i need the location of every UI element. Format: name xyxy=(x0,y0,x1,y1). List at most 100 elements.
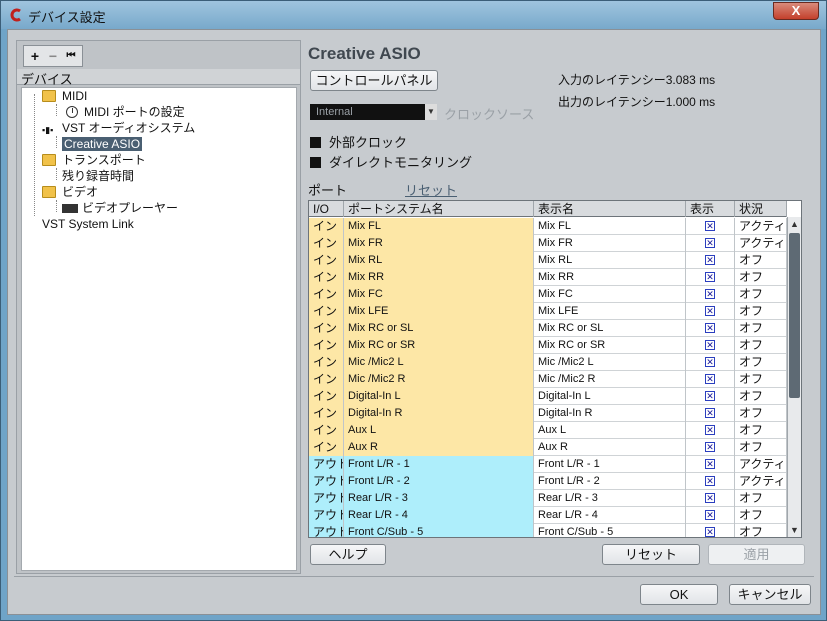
tree-item-video-player[interactable]: ビデオプレーヤー xyxy=(62,200,178,216)
control-panel-button[interactable]: コントロールパネル xyxy=(310,70,438,91)
tree-toolbar: + − ⏮ xyxy=(23,45,83,67)
remove-icon[interactable]: − xyxy=(45,48,61,64)
table-row[interactable]: イン Digital-In R Digital-In R ✕ オフ xyxy=(309,405,787,422)
show-checkbox[interactable]: ✕ xyxy=(705,221,715,231)
column-header-port-system-name[interactable]: ポートシステム名 xyxy=(344,201,534,217)
cell-port-system-name: Mix FR xyxy=(344,235,534,252)
show-checkbox[interactable]: ✕ xyxy=(705,510,715,520)
show-checkbox[interactable]: ✕ xyxy=(705,459,715,469)
table-row[interactable]: イン Aux R Aux R ✕ オフ xyxy=(309,439,787,456)
table-row[interactable]: イン Mic /Mic2 L Mic /Mic2 L ✕ オフ xyxy=(309,354,787,371)
cell-display-name[interactable]: Mic /Mic2 R xyxy=(534,371,686,388)
tree-item-vst-system-link[interactable]: VST System Link xyxy=(42,216,134,232)
cell-display-name[interactable]: Mix RC or SL xyxy=(534,320,686,337)
show-checkbox[interactable]: ✕ xyxy=(705,442,715,452)
clock-source-select[interactable]: Internal ▼ xyxy=(310,104,437,120)
cell-display-name[interactable]: Rear L/R - 4 xyxy=(534,507,686,524)
column-header-io[interactable]: I/O xyxy=(309,201,344,217)
show-checkbox[interactable]: ✕ xyxy=(705,255,715,265)
cell-state: アクティブ xyxy=(735,473,787,490)
show-checkbox[interactable]: ✕ xyxy=(705,527,715,537)
cell-display-name[interactable]: Digital-In L xyxy=(534,388,686,405)
direct-monitoring-option[interactable]: ダイレクトモニタリング xyxy=(310,152,472,171)
table-scrollbar[interactable]: ▲ ▼ xyxy=(787,217,801,537)
cell-display-name[interactable]: Front C/Sub - 5 xyxy=(534,524,686,537)
cancel-button[interactable]: キャンセル xyxy=(729,584,811,605)
table-row[interactable]: インMix FRMix FR✕アクティブ xyxy=(309,235,787,252)
show-checkbox[interactable]: ✕ xyxy=(705,238,715,248)
table-row[interactable]: イン Mix RL Mix RL ✕ オフ xyxy=(309,252,787,269)
table-row[interactable]: インMix FLMix FL✕アクティブ xyxy=(309,218,787,235)
tree-item-creative-asio[interactable]: Creative ASIO xyxy=(62,136,143,152)
tree-item-video[interactable]: ビデオ xyxy=(42,184,98,200)
table-row[interactable]: イン Mix FC Mix FC ✕ オフ xyxy=(309,286,787,303)
scroll-up-icon[interactable]: ▲ xyxy=(788,217,801,231)
show-checkbox[interactable]: ✕ xyxy=(705,306,715,316)
reset-icon[interactable]: ⏮ xyxy=(63,48,79,64)
cell-show: ✕ xyxy=(686,286,735,303)
add-icon[interactable]: + xyxy=(27,48,43,64)
show-checkbox[interactable]: ✕ xyxy=(705,289,715,299)
scroll-down-icon[interactable]: ▼ xyxy=(788,523,801,537)
cell-display-name[interactable]: Aux R xyxy=(534,439,686,456)
table-row[interactable]: アウトFront L/R - 1Front L/R - 1✕アクティブ xyxy=(309,456,787,473)
tree-item-midi-port-settings[interactable]: MIDI ポートの設定 xyxy=(66,104,185,120)
show-checkbox[interactable]: ✕ xyxy=(705,408,715,418)
show-checkbox[interactable]: ✕ xyxy=(705,374,715,384)
show-checkbox[interactable]: ✕ xyxy=(705,357,715,367)
tree-item-midi[interactable]: MIDI xyxy=(42,88,87,104)
apply-button[interactable]: 適用 xyxy=(708,544,805,565)
cell-display-name[interactable]: Mix FC xyxy=(534,286,686,303)
tree-item-vst-audio-system[interactable]: ▪▮▪ VST オーディオシステム xyxy=(42,120,195,136)
external-clock-checkbox[interactable] xyxy=(310,137,321,148)
reset-button[interactable]: リセット xyxy=(602,544,700,565)
ports-reset-link[interactable]: リセット xyxy=(405,180,457,199)
cell-display-name[interactable]: Aux L xyxy=(534,422,686,439)
cell-io: イン xyxy=(309,354,344,371)
help-button[interactable]: ヘルプ xyxy=(310,544,386,565)
table-row[interactable]: イン Mix RC or SR Mix RC or SR ✕ オフ xyxy=(309,337,787,354)
tree-item-transport[interactable]: トランスポート xyxy=(42,152,146,168)
ok-button[interactable]: OK xyxy=(640,584,718,605)
cell-display-name[interactable]: Front L/R - 1 xyxy=(534,456,686,473)
show-checkbox[interactable]: ✕ xyxy=(705,323,715,333)
cell-show: ✕ xyxy=(686,439,735,456)
table-row[interactable]: イン Aux L Aux L ✕ オフ xyxy=(309,422,787,439)
table-row[interactable]: イン Mix RR Mix RR ✕ オフ xyxy=(309,269,787,286)
table-row[interactable]: アウトRear L/R - 4Rear L/R - 4✕オフ xyxy=(309,507,787,524)
direct-monitoring-checkbox[interactable] xyxy=(310,157,321,168)
cell-display-name[interactable]: Mix FR xyxy=(534,235,686,252)
table-row[interactable]: アウトRear L/R - 3Rear L/R - 3✕オフ xyxy=(309,490,787,507)
table-row[interactable]: アウトFront C/Sub - 5Front C/Sub - 5✕オフ xyxy=(309,524,787,537)
cell-display-name[interactable]: Mix RC or SR xyxy=(534,337,686,354)
column-header-display-name[interactable]: 表示名 xyxy=(534,201,686,217)
table-row[interactable]: イン Mix RC or SL Mix RC or SL ✕ オフ xyxy=(309,320,787,337)
external-clock-option[interactable]: 外部クロック xyxy=(310,132,407,151)
show-checkbox[interactable]: ✕ xyxy=(705,272,715,282)
tree-item-record-time-max[interactable]: 残り録音時間 xyxy=(62,168,134,184)
cell-io: イン xyxy=(309,286,344,303)
show-checkbox[interactable]: ✕ xyxy=(705,340,715,350)
cell-display-name[interactable]: Mix RL xyxy=(534,252,686,269)
column-header-show[interactable]: 表示 xyxy=(686,201,735,217)
cell-display-name[interactable]: Mic /Mic2 L xyxy=(534,354,686,371)
cell-display-name[interactable]: Mix LFE xyxy=(534,303,686,320)
column-header-state[interactable]: 状況 xyxy=(735,201,787,217)
cell-display-name[interactable]: Mix FL xyxy=(534,218,686,235)
close-button[interactable]: X xyxy=(773,2,819,20)
cell-display-name[interactable]: Rear L/R - 3 xyxy=(534,490,686,507)
show-checkbox[interactable]: ✕ xyxy=(705,476,715,486)
cell-display-name[interactable]: Mix RR xyxy=(534,269,686,286)
cell-show: ✕ xyxy=(686,405,735,422)
title-bar: デバイス設定 X xyxy=(1,1,826,29)
table-row[interactable]: イン Mic /Mic2 R Mic /Mic2 R ✕ オフ xyxy=(309,371,787,388)
table-row[interactable]: イン Digital-In L Digital-In L ✕ オフ xyxy=(309,388,787,405)
table-row[interactable]: アウトFront L/R - 2Front L/R - 2✕アクティブ xyxy=(309,473,787,490)
scrollbar-thumb[interactable] xyxy=(789,233,800,398)
cell-display-name[interactable]: Digital-In R xyxy=(534,405,686,422)
show-checkbox[interactable]: ✕ xyxy=(705,425,715,435)
table-row[interactable]: イン Mix LFE Mix LFE ✕ オフ xyxy=(309,303,787,320)
show-checkbox[interactable]: ✕ xyxy=(705,391,715,401)
cell-display-name[interactable]: Front L/R - 2 xyxy=(534,473,686,490)
show-checkbox[interactable]: ✕ xyxy=(705,493,715,503)
